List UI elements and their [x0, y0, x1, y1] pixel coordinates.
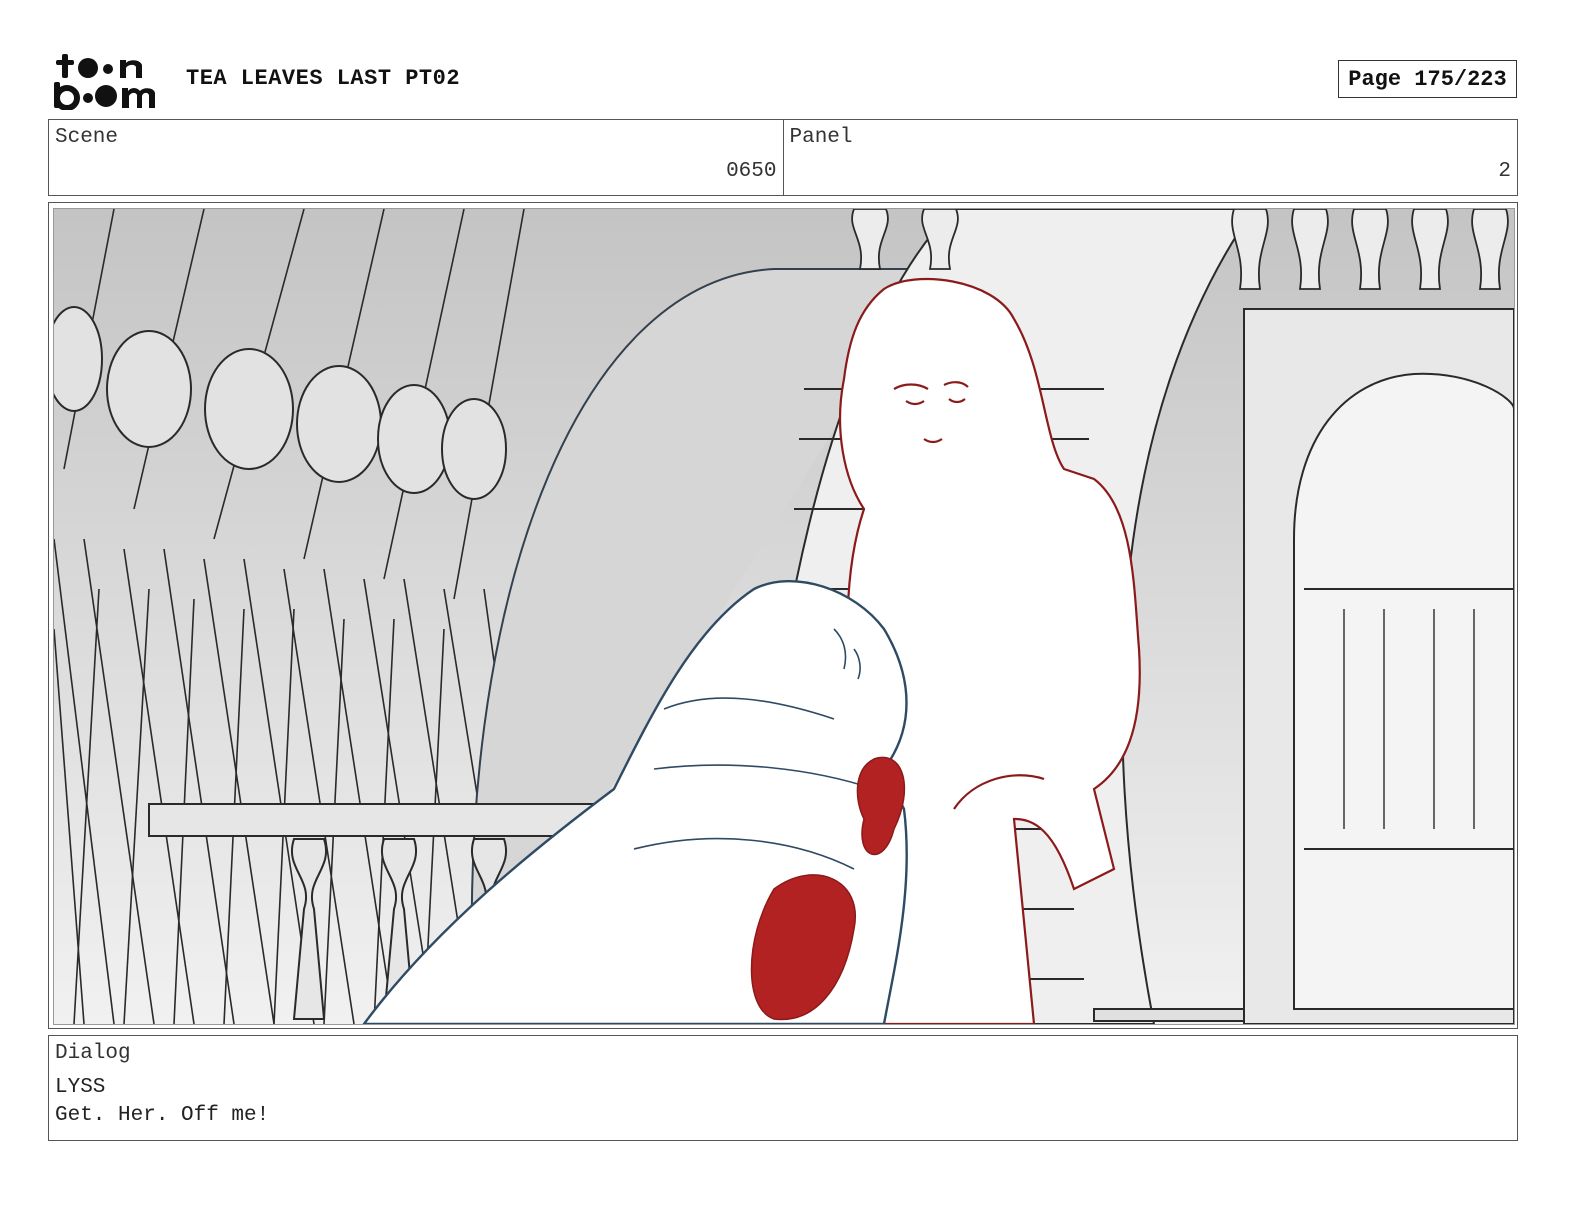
scene-cell: Scene 0650 — [49, 120, 783, 195]
page-counter: Page 175/223 — [1338, 60, 1517, 98]
toon-boom-logo — [50, 52, 162, 110]
storyboard-panel — [48, 202, 1518, 1029]
panel-drawing — [53, 208, 1515, 1025]
scene-number: 0650 — [726, 160, 777, 183]
dialog-label: Dialog — [55, 1042, 131, 1065]
scene-panel-info: Scene 0650 Panel 2 — [48, 119, 1518, 196]
panel-number: 2 — [1498, 160, 1511, 183]
panel-cell: Panel 2 — [782, 120, 1518, 195]
document-title: TEA LEAVES LAST PT02 — [186, 66, 461, 91]
dialog-speaker: LYSS — [55, 1076, 106, 1099]
arched-door — [1243, 308, 1514, 1024]
dialog-text: Get. Her. Off me! — [55, 1104, 270, 1127]
dialog-box: Dialog LYSS Get. Her. Off me! — [48, 1035, 1518, 1141]
panel-label: Panel — [789, 126, 853, 149]
scene-label: Scene — [55, 126, 119, 149]
